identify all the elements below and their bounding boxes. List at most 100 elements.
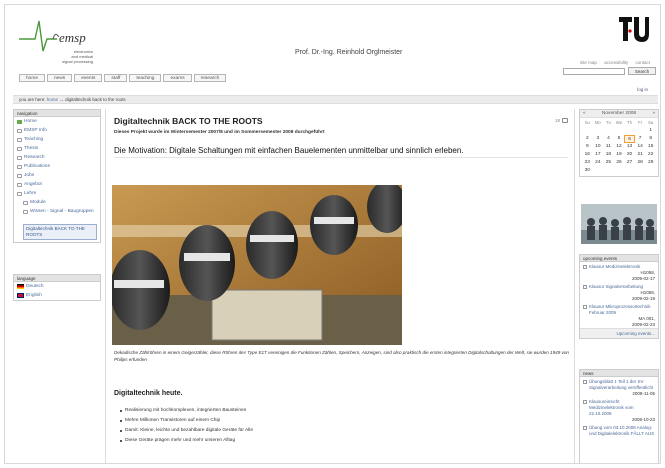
calendar-day[interactable]: 30	[582, 167, 593, 175]
print-icon[interactable]	[562, 118, 568, 123]
sitemap-link[interactable]: site map	[580, 60, 597, 65]
calendar-day	[593, 167, 604, 175]
folder-icon	[23, 210, 28, 214]
calendar-weekday: Fr	[638, 120, 643, 125]
folder-icon	[23, 200, 28, 205]
calendar-today[interactable]: 6	[624, 135, 635, 143]
tu-logo[interactable]	[618, 15, 650, 45]
calendar-day[interactable]: 22	[645, 151, 656, 159]
event-item[interactable]: Klausur Mikroprozessortechnik Februar 20…	[580, 302, 658, 316]
calendar-day[interactable]: 21	[635, 151, 646, 159]
calendar-day[interactable]: 27	[624, 159, 635, 167]
search-button[interactable]: Search	[628, 67, 656, 75]
news-portlet: news Übungsblatt 1 Teil 1 der SV Signalv…	[579, 369, 659, 463]
calendar-day[interactable]: 17	[593, 151, 604, 159]
calendar-next-button[interactable]: »	[652, 111, 655, 116]
folder-icon	[17, 137, 22, 142]
calendar-day	[624, 127, 635, 135]
lang-deutsch[interactable]: Deutsch	[14, 282, 100, 291]
calendar-day[interactable]: 26	[614, 159, 625, 167]
calendar-day	[635, 167, 646, 175]
calendar-day[interactable]: 28	[635, 159, 646, 167]
calendar-day[interactable]: 9	[582, 143, 593, 151]
calendar-day[interactable]: 15	[645, 143, 656, 151]
calendar-grid: Su Mo Tu We Th Fr Sa 1 2 3 4 5 6 7 8 9 10 11 12 13 14 15 16 17 1…	[580, 118, 658, 176]
calendar-day[interactable]: 1	[645, 127, 656, 135]
calendar-day[interactable]: 4	[603, 135, 614, 143]
calendar-day[interactable]: 18	[603, 151, 614, 159]
calendar-day[interactable]: 10	[593, 143, 604, 151]
nav-item-wissen[interactable]: Wissen - Signal - Baugruppen	[14, 207, 100, 223]
project-info: Dieses Projekt wurde im Wintersemester 2…	[114, 130, 325, 135]
events-portlet: upcoming events Klausur Medizinelektroni…	[579, 254, 659, 339]
news-icon	[583, 400, 587, 404]
calendar-day[interactable]: 13	[624, 143, 635, 151]
news-item[interactable]: Klausureinsicht Medizinelektronik vom 22…	[580, 397, 658, 417]
nav-item-publications[interactable]: Publications	[14, 162, 100, 171]
list-item: Damit: Kleine, leichte und bezahlbare di…	[120, 426, 253, 436]
calendar-day[interactable]: 8	[645, 135, 656, 143]
logo-subtitle: electronics and medical signal processin…	[62, 49, 93, 64]
calendar-day[interactable]: 11	[603, 143, 614, 151]
tab-research[interactable]: research	[193, 74, 227, 82]
calendar-day	[614, 167, 625, 175]
search-input[interactable]	[563, 68, 625, 75]
calendar-day[interactable]: 7	[635, 135, 646, 143]
nav-item-home[interactable]: Home	[14, 117, 100, 126]
nav-item-lehre[interactable]: Lehre	[14, 189, 100, 198]
calendar-weekday: We	[615, 120, 623, 125]
event-item[interactable]: Klausur Medizinelektronik	[580, 262, 658, 270]
calendar-day[interactable]: 24	[593, 159, 604, 167]
page-title: Digitaltechnik BACK TO THE ROOTS	[114, 116, 263, 126]
calendar-day[interactable]: 29	[645, 159, 656, 167]
nav-item-research[interactable]: Research	[14, 153, 100, 162]
breadcrumb-home[interactable]: home	[47, 97, 58, 102]
calendar-weekday: Sa	[648, 120, 654, 125]
calendar-day	[645, 167, 656, 175]
calendar-weekday: Mo	[594, 120, 601, 125]
news-item[interactable]: Übungsblatt 1 Teil 1 der SV Signalverarb…	[580, 377, 658, 391]
tab-exams[interactable]: exams	[163, 74, 192, 82]
calendar-day[interactable]: 25	[603, 159, 614, 167]
nav-item-module[interactable]: Module	[14, 198, 100, 207]
news-icon	[583, 426, 587, 430]
tab-teaching[interactable]: teaching	[129, 74, 162, 82]
calendar-day[interactable]: 5	[614, 135, 625, 143]
calendar-day[interactable]: 12	[614, 143, 625, 151]
calendar-prev-button[interactable]: «	[583, 111, 586, 116]
calendar-day[interactable]: 19	[614, 151, 625, 159]
event-icon	[583, 285, 587, 289]
calendar-month: November 2008	[601, 111, 637, 116]
calendar-day	[624, 167, 635, 175]
nav-item-angebot[interactable]: Angebot	[14, 180, 100, 189]
event-item[interactable]: Klausur Signalverarbeitung	[580, 282, 658, 290]
calendar-day[interactable]: 2	[582, 135, 593, 143]
language-title: language	[14, 275, 100, 282]
folder-icon	[17, 191, 22, 196]
calendar-day	[635, 127, 646, 135]
lang-english[interactable]: English	[14, 291, 100, 300]
calendar-day[interactable]: 3	[593, 135, 604, 143]
contact-link[interactable]: contact	[635, 60, 650, 65]
navigation-title: navigation	[14, 110, 100, 117]
calendar-day[interactable]: 20	[624, 151, 635, 159]
tab-news[interactable]: news	[47, 74, 73, 82]
nav-item-teaching[interactable]: Teaching	[14, 135, 100, 144]
bullet-list: Realisierung mit hochkomplexen, integrie…	[120, 406, 253, 446]
accessibility-link[interactable]: accessibility	[604, 60, 628, 65]
calendar-day[interactable]: 23	[582, 159, 593, 167]
calendar-day[interactable]: 14	[635, 143, 646, 151]
login-link[interactable]: log in	[637, 87, 648, 92]
calendar-day[interactable]: 16	[582, 151, 593, 159]
nav-item-active[interactable]: Digitaltechnik BACK TO THE ROOTS	[23, 224, 97, 240]
nav-item-thesis[interactable]: Thesis	[14, 144, 100, 153]
tab-staff[interactable]: staff	[104, 74, 128, 82]
events-more-link[interactable]: Upcoming events...	[580, 328, 658, 338]
uk-flag-icon	[17, 293, 24, 298]
nav-item-jobs[interactable]: Jobs	[14, 171, 100, 180]
news-item[interactable]: Übung vom 03.10.2008 Analog- und Digital…	[580, 423, 658, 437]
tab-home[interactable]: home	[19, 74, 45, 82]
top-links: site map accessibility contact	[574, 60, 650, 65]
tab-events[interactable]: events	[74, 74, 103, 82]
nav-item-emsp-info[interactable]: EMSP Info	[14, 126, 100, 135]
